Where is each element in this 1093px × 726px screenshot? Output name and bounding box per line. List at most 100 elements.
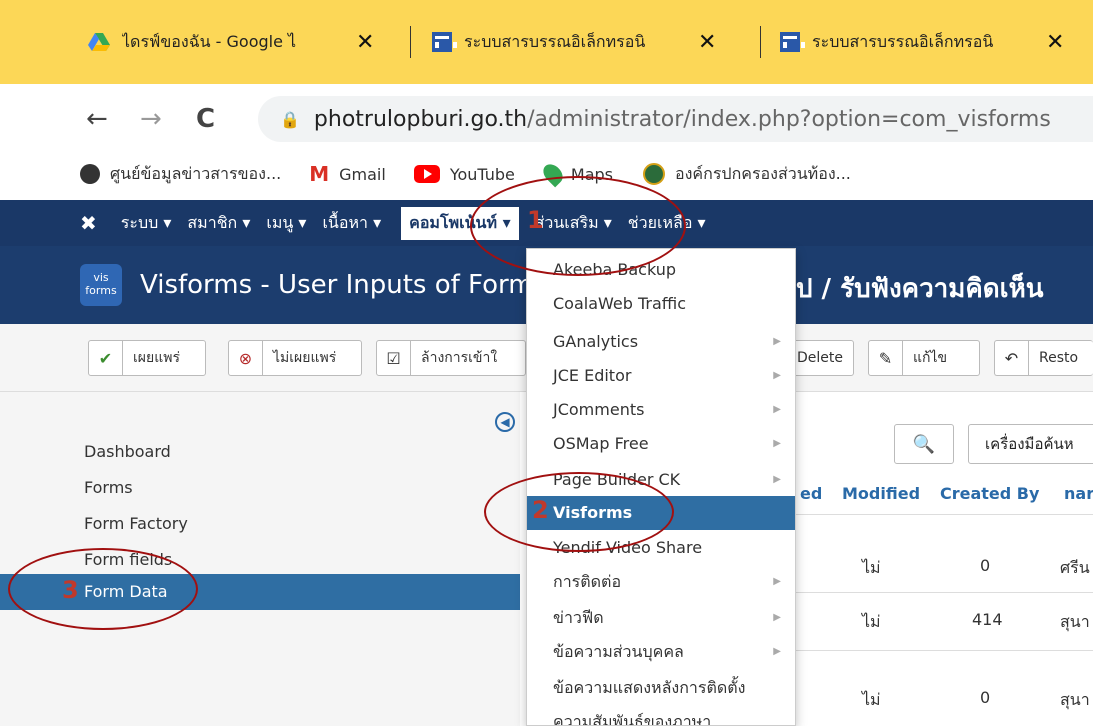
row-divider	[796, 650, 1093, 651]
bookmark-youtube[interactable]: YouTube	[413, 164, 515, 184]
annotation-number-1: 1	[527, 206, 544, 234]
close-tab-icon[interactable]: ✕	[356, 30, 374, 55]
cell-name: สุนา	[1060, 612, 1090, 631]
dropdown-item-label: ข้อความส่วนบุคคล	[553, 642, 684, 661]
annotation-number-3: 3	[62, 576, 79, 604]
check-icon: ✔	[89, 341, 123, 375]
search-tools-button[interactable]: เครื่องมือค้นห	[968, 424, 1093, 464]
dropdown-item-label: ข้อความแสดงหลังการติดตั้ง	[553, 678, 746, 697]
back-arrow-icon[interactable]: ←	[86, 104, 108, 134]
submenu-arrow-icon: ▶	[773, 404, 781, 415]
forward-arrow-icon[interactable]: →	[140, 104, 162, 134]
dropdown-item-label: การติดต่อ	[553, 572, 622, 591]
dropdown-item-osmap-free[interactable]: OSMap Free ▶	[527, 427, 795, 461]
column-header-created-by[interactable]: Created By	[940, 484, 1039, 503]
bookmark-local-gov[interactable]: องค์กรปกครองส่วนท้อง...	[643, 162, 851, 187]
submenu-arrow-icon: ▶	[773, 370, 781, 381]
browser-tab-saraban-2[interactable]: ระบบสารบรรณอิเล็กทรอนิ ✕	[780, 24, 1093, 60]
google-drive-icon	[88, 33, 110, 51]
edit-icon: ✎	[869, 341, 903, 375]
annotation-number-2: 2	[532, 496, 549, 524]
cell-modified: ไม่	[862, 612, 881, 631]
tab-title: ระบบสารบรรณอิเล็กทรอนิ	[464, 31, 646, 51]
page-title-suffix: ป / รับฟังความคิดเห็น	[796, 274, 1044, 304]
collapse-sidebar-icon[interactable]: ◀	[495, 412, 515, 432]
restore-button[interactable]: ↶ Resto	[994, 340, 1093, 376]
tab-separator	[760, 26, 761, 58]
tab-title: ไดรฟ์ของฉัน - Google ไ	[122, 31, 297, 51]
dropdown-item-label: CoalaWeb Traffic	[553, 294, 687, 313]
checkin-button[interactable]: ☑ ล้างการเข้าใ	[376, 340, 526, 376]
visforms-logo-icon: vis forms	[80, 264, 122, 306]
menu-content[interactable]: เนื้อหา ▾	[322, 211, 381, 236]
unpublish-button[interactable]: ⊗ ไม่เผยแพร่	[228, 340, 362, 376]
column-header-published[interactable]: ed	[800, 484, 822, 503]
dropdown-item-private-messages[interactable]: ข้อความส่วนบุคคล ▶	[527, 635, 795, 669]
row-divider	[796, 592, 1093, 593]
bookmark-label: Gmail	[339, 164, 386, 184]
column-header-modified[interactable]: Modified	[842, 484, 920, 503]
search-button[interactable]: 🔍	[894, 424, 954, 464]
gmail-icon: M	[309, 162, 330, 186]
cell-modified: ไม่	[862, 558, 881, 577]
cell-modified: ไม่	[862, 690, 881, 709]
visforms-icon	[780, 32, 805, 52]
sidebar-item-form-factory[interactable]: Form Factory	[0, 506, 520, 542]
dropdown-item-contacts[interactable]: การติดต่อ ▶	[527, 565, 795, 599]
dropdown-item-label: JComments	[553, 400, 645, 419]
sidebar-item-dashboard[interactable]: Dashboard	[0, 434, 520, 470]
sidebar-item-forms[interactable]: Forms	[0, 470, 520, 506]
dropdown-item-label: ความสัมพันธ์ของภาษา	[553, 712, 712, 726]
close-tab-icon[interactable]: ✕	[698, 30, 716, 55]
dropdown-item-coalaweb-traffic[interactable]: CoalaWeb Traffic	[527, 287, 795, 321]
undo-icon: ↶	[995, 341, 1029, 375]
button-label: Delete	[797, 350, 843, 366]
publish-button[interactable]: ✔ เผยแพร่	[88, 340, 206, 376]
globe-icon	[80, 164, 100, 184]
dropdown-item-jcomments[interactable]: JComments ▶	[527, 393, 795, 427]
address-bar[interactable]: 🔒 photrulopburi.go.th/administrator/inde…	[258, 96, 1093, 142]
visforms-icon	[432, 32, 457, 52]
menu-users[interactable]: สมาชิก ▾	[187, 211, 250, 236]
edit-button[interactable]: ✎ แก้ไข	[868, 340, 980, 376]
cell-created-by: 414	[972, 610, 1003, 629]
button-label: เผยแพร่	[133, 350, 180, 366]
cancel-circle-icon: ⊗	[229, 341, 263, 375]
cell-created-by: 0	[980, 688, 991, 707]
dropdown-item-label: JCE Editor	[553, 366, 632, 385]
dropdown-item-newsfeeds[interactable]: ข่าวฟีด ▶	[527, 601, 795, 635]
url-path: /administrator/index.php?option=com_visf…	[527, 106, 1051, 132]
browser-nav-row: ← → C 🔒 photrulopburi.go.th/administrato…	[0, 84, 1093, 154]
url-host: photrulopburi.go.th	[313, 106, 528, 132]
dropdown-item-post-install-messages[interactable]: ข้อความแสดงหลังการติดตั้ง	[527, 671, 795, 705]
reload-icon[interactable]: C	[196, 104, 215, 134]
button-label: แก้ไข	[913, 350, 948, 366]
menu-system[interactable]: ระบบ ▾	[121, 211, 172, 236]
button-label: ล้างการเข้าใ	[421, 350, 498, 366]
submenu-arrow-icon: ▶	[773, 474, 781, 485]
menu-menus[interactable]: เมนู ▾	[266, 211, 306, 236]
cell-name: ศรีน	[1060, 558, 1090, 577]
tab-separator	[410, 26, 411, 58]
close-tab-icon[interactable]: ✕	[1046, 30, 1064, 55]
dropdown-item-ganalytics[interactable]: GAnalytics ▶	[527, 325, 795, 359]
bookmark-info-center[interactable]: ศูนย์ข้อมูลข่าวสารของ...	[80, 162, 281, 187]
bookmark-gmail[interactable]: M Gmail	[309, 162, 386, 186]
dropdown-item-language-associations[interactable]: ความสัมพันธ์ของภาษา	[527, 705, 795, 726]
tab-title: ระบบสารบรรณอิเล็กทรอนิ	[812, 31, 994, 51]
annotation-ellipse-2	[484, 472, 674, 552]
seal-icon	[643, 163, 665, 185]
dropdown-item-jce-editor[interactable]: JCE Editor ▶	[527, 359, 795, 393]
submenu-arrow-icon: ▶	[773, 612, 781, 623]
joomla-logo-icon[interactable]: ✖	[80, 211, 97, 235]
logo-text: vis	[93, 271, 109, 284]
row-divider	[796, 514, 1093, 515]
button-label: Resto	[1039, 350, 1079, 366]
column-header-name[interactable]: nar	[1064, 484, 1093, 503]
bookmark-label: YouTube	[449, 164, 515, 184]
browser-tab-strip: ไดรฟ์ของฉัน - Google ไ ✕ ระบบสารบรรณอิเล…	[0, 0, 1093, 84]
search-icon: 🔍	[912, 433, 936, 455]
browser-tab-drive[interactable]: ไดรฟ์ของฉัน - Google ไ ✕	[88, 24, 388, 60]
browser-tab-saraban-1[interactable]: ระบบสารบรรณอิเล็กทรอนิ ✕	[432, 24, 752, 60]
dropdown-item-label: GAnalytics	[553, 332, 639, 351]
